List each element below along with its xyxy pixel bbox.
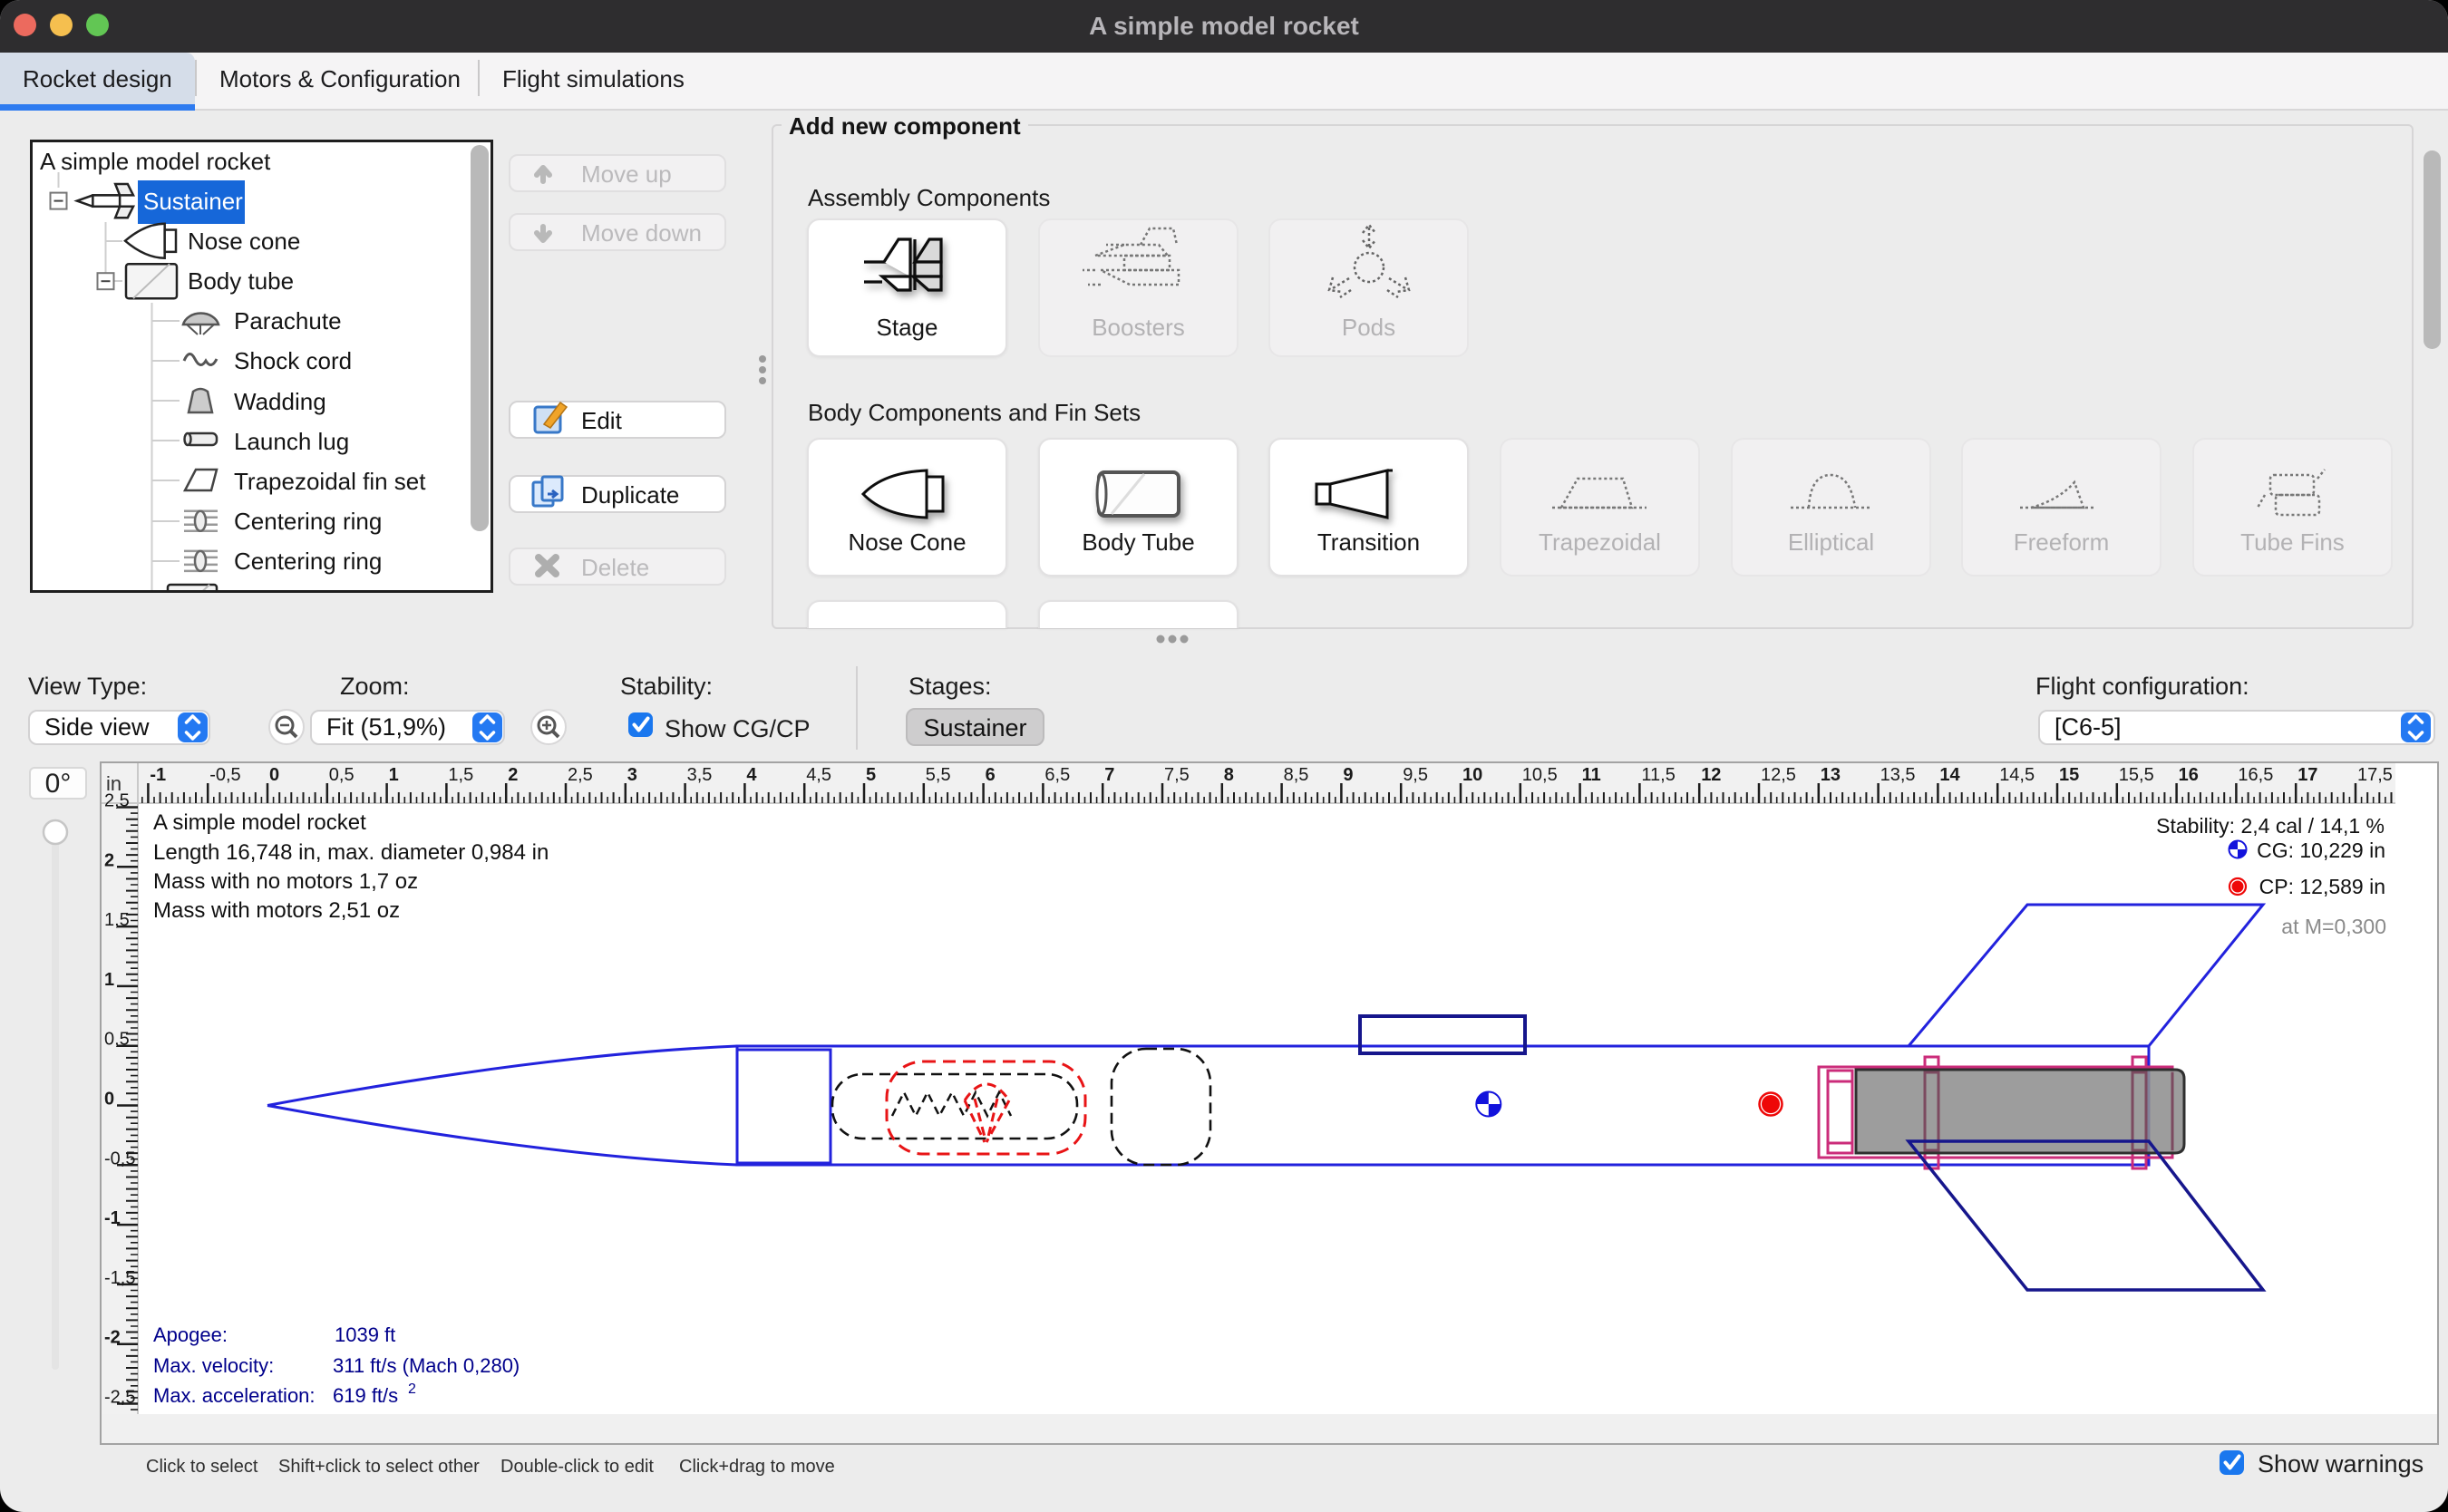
svg-text:0: 0 [269,765,279,785]
svg-text:2: 2 [408,1381,416,1397]
svg-text:17,5: 17,5 [2357,765,2393,785]
svg-text:-1: -1 [150,765,166,785]
svg-text:1: 1 [389,765,399,785]
svg-text:14: 14 [1939,765,1960,785]
svg-text:CP: 12,589 in: CP: 12,589 in [2259,875,2385,898]
svg-text:5,5: 5,5 [926,765,951,785]
svg-text:3: 3 [627,765,637,785]
svg-text:14,5: 14,5 [1999,765,2035,785]
svg-text:0,5: 0,5 [329,765,355,785]
svg-text:311 ft/s (Mach 0,280): 311 ft/s (Mach 0,280) [333,1354,520,1377]
svg-text:Mass with no motors 1,7 oz: Mass with no motors 1,7 oz [153,869,418,894]
svg-text:0,5: 0,5 [104,1030,130,1050]
svg-text:3,5: 3,5 [687,765,713,785]
svg-text:13,5: 13,5 [1880,765,1916,785]
svg-text:11: 11 [1582,765,1601,785]
svg-text:6,5: 6,5 [1044,765,1070,785]
svg-text:Stability: 2,4 cal / 14,1 %: Stability: 2,4 cal / 14,1 % [2156,814,2385,838]
svg-text:Mass with motors 2,51 oz: Mass with motors 2,51 oz [153,898,400,923]
svg-text:CG: 10,229 in: CG: 10,229 in [2257,838,2385,862]
svg-text:-1: -1 [104,1208,121,1228]
svg-text:-1,5: -1,5 [104,1268,135,1288]
svg-text:-0,5: -0,5 [104,1149,135,1168]
svg-text:-0,5: -0,5 [209,765,240,785]
svg-text:10,5: 10,5 [1522,765,1558,785]
svg-text:10: 10 [1462,765,1482,785]
svg-text:17: 17 [2297,765,2317,785]
svg-text:4: 4 [746,765,757,785]
svg-text:Apogee:: Apogee: [153,1323,228,1346]
svg-text:7,5: 7,5 [1164,765,1190,785]
svg-text:9: 9 [1343,765,1353,785]
svg-text:8: 8 [1224,765,1234,785]
svg-text:0: 0 [104,1090,114,1110]
svg-text:1,5: 1,5 [104,910,130,930]
svg-text:12,5: 12,5 [1761,765,1796,785]
svg-text:4,5: 4,5 [806,765,831,785]
svg-text:at M=0,300: at M=0,300 [2281,915,2386,938]
svg-text:Max. acceleration:: Max. acceleration: [153,1384,316,1407]
svg-text:5: 5 [866,765,876,785]
svg-text:-2,5: -2,5 [104,1388,135,1408]
svg-text:Max. velocity:: Max. velocity: [153,1354,274,1377]
svg-text:2: 2 [508,765,518,785]
svg-text:1: 1 [104,970,114,990]
svg-text:6: 6 [986,765,996,785]
svg-text:2,5: 2,5 [104,791,130,811]
svg-text:15: 15 [2059,765,2079,785]
svg-text:8,5: 8,5 [1284,765,1309,785]
svg-text:1039 ft: 1039 ft [335,1323,395,1346]
svg-text:12: 12 [1701,765,1721,785]
svg-text:A simple model rocket: A simple model rocket [153,810,366,835]
svg-text:Length 16,748 in, max. diamete: Length 16,748 in, max. diameter 0,984 in [153,840,549,865]
svg-text:9,5: 9,5 [1403,765,1428,785]
svg-text:619 ft/s: 619 ft/s [333,1384,398,1407]
svg-text:13: 13 [1821,765,1841,785]
svg-text:15,5: 15,5 [2119,765,2154,785]
svg-text:7: 7 [1104,765,1114,785]
svg-text:16,5: 16,5 [2238,765,2273,785]
svg-text:11,5: 11,5 [1641,765,1675,785]
svg-text:16: 16 [2179,765,2199,785]
svg-text:2: 2 [104,850,114,870]
svg-text:1,5: 1,5 [448,765,473,785]
svg-text:2,5: 2,5 [568,765,593,785]
svg-text:-2: -2 [104,1328,121,1348]
